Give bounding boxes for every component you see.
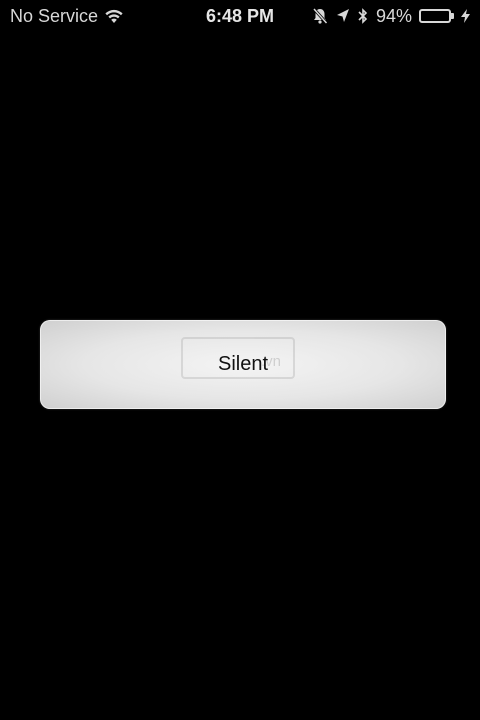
charging-bolt-icon: [461, 9, 470, 23]
status-bar-right: 94%: [311, 6, 470, 27]
silent-mode-hud: .vn Silent: [40, 320, 446, 409]
bluetooth-icon: [357, 7, 369, 25]
silent-mode-label: Silent: [217, 353, 269, 375]
carrier-label: No Service: [10, 5, 99, 26]
wifi-icon: [104, 8, 124, 24]
battery-icon: [419, 9, 454, 23]
battery-percent: 94%: [375, 5, 412, 26]
location-arrow-icon: [336, 8, 350, 24]
silent-bell-icon: [311, 7, 329, 25]
status-bar: No Service 94% 6:48 PM: [0, 0, 480, 32]
status-bar-left: No Service: [10, 6, 124, 27]
